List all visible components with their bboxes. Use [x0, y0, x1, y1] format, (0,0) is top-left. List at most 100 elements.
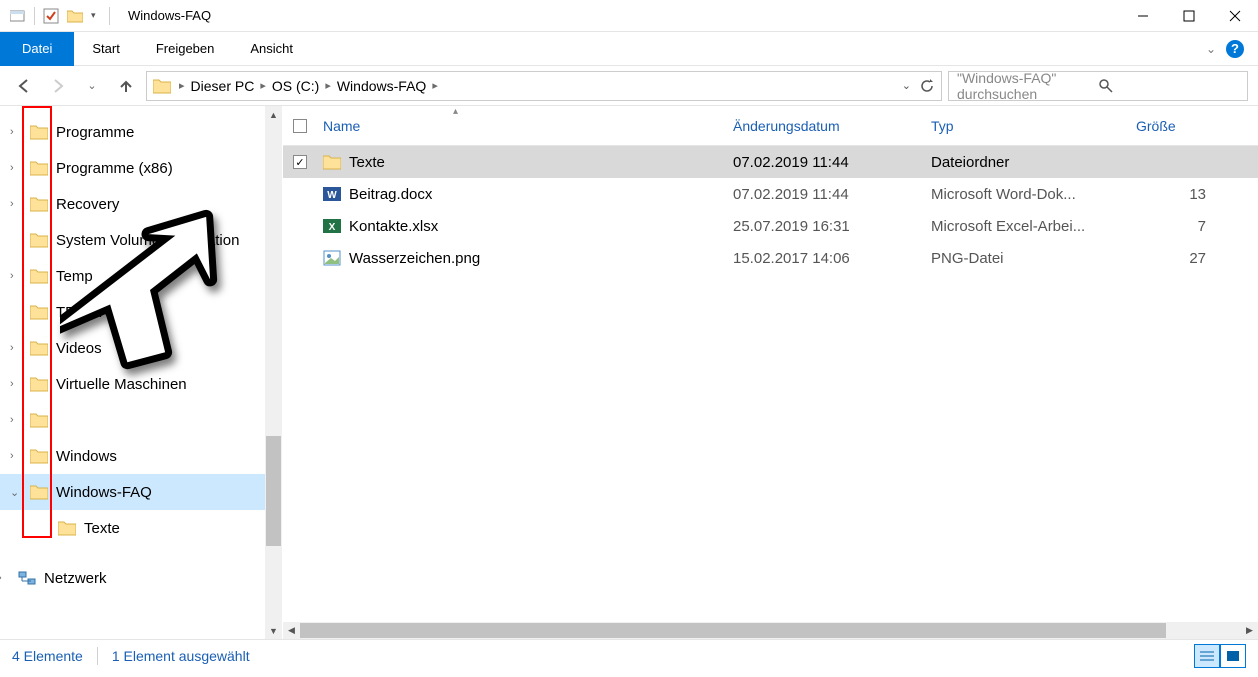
tree-item-label: Virtuelle Maschinen	[56, 376, 187, 393]
search-placeholder: "Windows-FAQ" durchsuchen	[957, 70, 1098, 102]
status-bar: 4 Elemente 1 Element ausgewählt	[0, 639, 1258, 671]
file-row[interactable]: W Beitrag.docx 07.02.2019 11:44Microsoft W…	[283, 178, 1258, 210]
minimize-button[interactable]	[1120, 0, 1166, 32]
file-row[interactable]: ✓ Texte 07.02.2019 11:44Dateiordner	[283, 146, 1258, 178]
tree-item-label: Temp	[56, 268, 93, 285]
tree-item-label: Windows-FAQ	[56, 484, 152, 501]
file-row[interactable]: X Kontakte.xlsx 25.07.2019 16:31Microsoft …	[283, 210, 1258, 242]
folder-icon	[58, 520, 78, 536]
address-dropdown-icon[interactable]: ⌄	[902, 79, 911, 92]
file-type: Microsoft Word-Dok...	[931, 186, 1136, 203]
chevron-right-icon[interactable]: ▸	[430, 79, 440, 92]
refresh-icon[interactable]	[919, 78, 935, 94]
file-date: 07.02.2019 11:44	[733, 186, 931, 203]
chevron-right-icon[interactable]: ▸	[177, 79, 187, 92]
qat-dropdown-icon[interactable]: ▾	[91, 10, 101, 21]
scroll-left-icon[interactable]: ◀	[283, 622, 300, 639]
network-icon	[18, 570, 38, 586]
column-size[interactable]: Größe	[1136, 118, 1226, 134]
file-type: PNG-Datei	[931, 250, 1136, 267]
column-name[interactable]: Name▴	[323, 118, 733, 134]
tree-item-label: Texte	[84, 520, 120, 537]
file-date: 25.07.2019 16:31	[733, 218, 931, 235]
tree-item-label: Recovery	[56, 196, 119, 213]
maximize-button[interactable]	[1166, 0, 1212, 32]
tree-item-label: Videos	[56, 340, 102, 357]
sort-indicator-icon: ▴	[453, 106, 458, 117]
ribbon-expand-icon[interactable]: ⌄	[1206, 42, 1216, 56]
chevron-right-icon[interactable]: ▸	[323, 79, 333, 92]
view-thumbnails-button[interactable]	[1220, 644, 1246, 668]
qat-properties-icon[interactable]	[43, 8, 59, 24]
tab-start[interactable]: Start	[74, 32, 137, 66]
ribbon-tabs: Datei Start Freigeben Ansicht ⌄ ?	[0, 32, 1258, 66]
scroll-right-icon[interactable]: ▶	[1241, 622, 1258, 639]
file-row[interactable]: Wasserzeichen.png 15.02.2017 14:06PNG-Dat…	[283, 242, 1258, 274]
title-bar: ▾ Windows-FAQ	[0, 0, 1258, 32]
breadcrumb-folder[interactable]: Windows-FAQ	[333, 78, 430, 94]
svg-text:W: W	[327, 190, 337, 201]
help-icon[interactable]: ?	[1226, 40, 1244, 58]
file-name: Beitrag.docx	[349, 186, 432, 203]
column-date[interactable]: Änderungsdatum	[733, 118, 931, 134]
folder-icon	[323, 154, 341, 170]
up-button[interactable]	[112, 72, 140, 100]
tab-view[interactable]: Ansicht	[232, 32, 311, 66]
address-bar[interactable]: ▸ Dieser PC ▸ OS (C:) ▸ Windows-FAQ ▸ ⌄	[146, 71, 942, 101]
scroll-thumb[interactable]	[266, 436, 281, 546]
view-details-button[interactable]	[1194, 644, 1220, 668]
tree-item[interactable]: › Netzwerk	[0, 560, 282, 596]
column-type[interactable]: Typ	[931, 118, 1136, 134]
breadcrumb-this-pc[interactable]: Dieser PC	[187, 78, 259, 94]
tree-item-label: TFTP-Root	[56, 304, 130, 321]
navigation-tree: ›Programme›Programme (x86)›RecoverySyste…	[0, 106, 282, 639]
tree-item-label: Windows	[56, 448, 117, 465]
search-icon[interactable]	[1098, 78, 1239, 94]
status-selection: 1 Element ausgewählt	[112, 648, 250, 664]
file-size: 13	[1136, 186, 1226, 203]
file-type: Dateiordner	[931, 154, 1136, 171]
tree-scrollbar[interactable]: ▲ ▼	[265, 106, 282, 639]
column-headers: Name▴ Änderungsdatum Typ Größe	[283, 106, 1258, 146]
scroll-thumb[interactable]	[300, 623, 1166, 638]
tab-share[interactable]: Freigeben	[138, 32, 233, 66]
image-icon	[323, 249, 341, 267]
header-checkbox[interactable]	[293, 119, 323, 133]
close-button[interactable]	[1212, 0, 1258, 32]
forward-button[interactable]	[44, 72, 72, 100]
navigation-bar: ⌄ ▸ Dieser PC ▸ OS (C:) ▸ Windows-FAQ ▸ …	[0, 66, 1258, 106]
scroll-down-icon[interactable]: ▼	[265, 622, 282, 639]
excel-icon: X	[323, 217, 341, 235]
file-list-pane: Name▴ Änderungsdatum Typ Größe ✓ Texte 07.…	[283, 106, 1258, 639]
window-icon	[10, 8, 26, 24]
file-name: Texte	[349, 154, 385, 171]
qat-folder-icon[interactable]	[67, 8, 83, 24]
tab-file[interactable]: Datei	[0, 32, 74, 66]
status-item-count: 4 Elemente	[12, 648, 83, 664]
chevron-right-icon[interactable]: ▸	[258, 79, 268, 92]
search-input[interactable]: "Windows-FAQ" durchsuchen	[948, 71, 1248, 101]
file-type: Microsoft Excel-Arbei...	[931, 218, 1136, 235]
tree-item-label: System Volume Information	[56, 232, 239, 249]
folder-icon	[153, 78, 171, 94]
row-checkbox[interactable]: ✓	[293, 155, 307, 169]
file-name: Kontakte.xlsx	[349, 218, 438, 235]
file-name: Wasserzeichen.png	[349, 250, 480, 267]
file-size: 27	[1136, 250, 1226, 267]
word-icon: W	[323, 185, 341, 203]
horizontal-scrollbar[interactable]: ◀ ▶	[283, 622, 1258, 639]
breadcrumb-drive[interactable]: OS (C:)	[268, 78, 323, 94]
tree-item-label: Programme	[56, 124, 134, 141]
file-date: 07.02.2019 11:44	[733, 154, 931, 171]
scroll-up-icon[interactable]: ▲	[265, 106, 282, 123]
annotation-red-box	[22, 106, 52, 538]
back-button[interactable]	[10, 72, 38, 100]
window-title: Windows-FAQ	[128, 8, 211, 23]
tree-item-label: Netzwerk	[44, 570, 107, 587]
file-size: 7	[1136, 218, 1226, 235]
svg-text:X: X	[329, 222, 336, 233]
tree-item-label: Programme (x86)	[56, 160, 173, 177]
recent-dropdown-icon[interactable]: ⌄	[78, 72, 106, 100]
file-date: 15.02.2017 14:06	[733, 250, 931, 267]
chevron-right-icon[interactable]: ›	[0, 572, 14, 584]
